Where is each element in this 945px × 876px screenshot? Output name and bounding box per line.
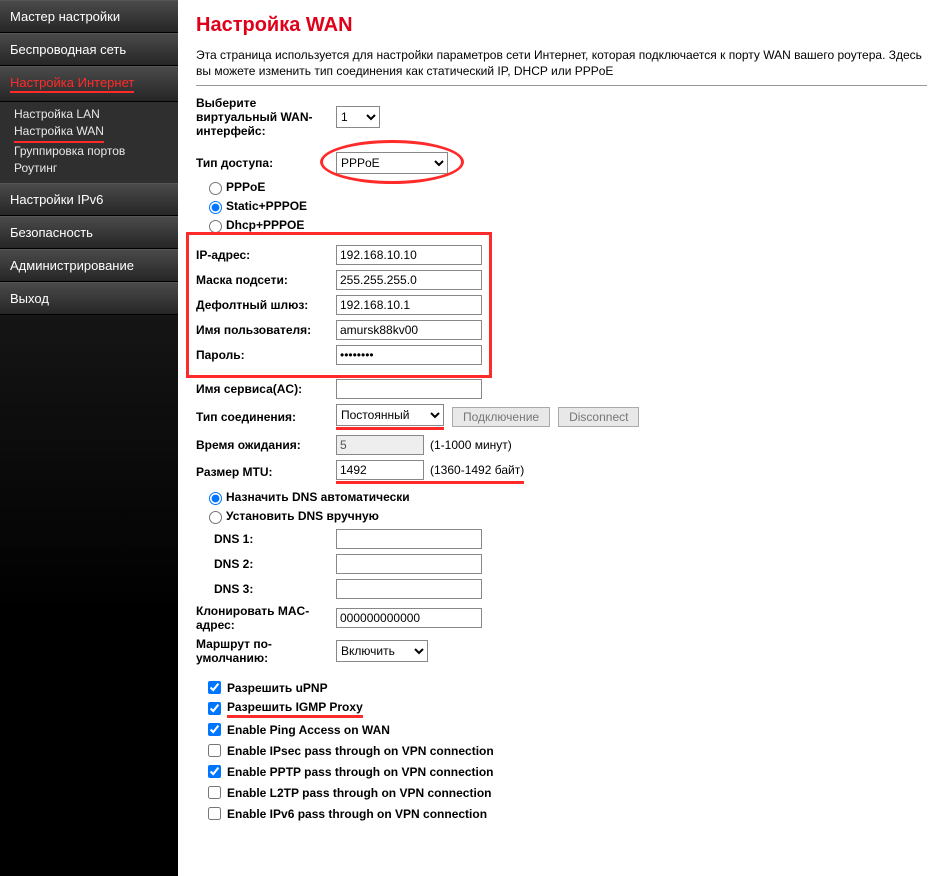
label-mtu: Размер MTU: [196, 465, 336, 479]
sidebar: Мастер настройки Беспроводная сеть Настр… [0, 0, 178, 876]
nav-wizard[interactable]: Мастер настройки [0, 0, 178, 33]
page-title: Настройка WAN [196, 14, 927, 37]
label-pass: Пароль: [196, 348, 336, 362]
nav-internet[interactable]: Настройка Интернет [0, 66, 178, 102]
main-content: Настройка WAN Эта страница используется … [178, 0, 945, 876]
label-dns2: DNS 2: [196, 557, 336, 571]
select-def-route[interactable]: Включить [336, 640, 428, 662]
input-mask[interactable] [336, 270, 482, 290]
nav-routing[interactable]: Роутинг [14, 160, 178, 177]
separator [196, 85, 927, 86]
label-dns1: DNS 1: [196, 532, 336, 546]
label-conn-type: Тип соединения: [196, 410, 336, 424]
chk-upnp[interactable] [208, 681, 221, 694]
input-mtu[interactable] [336, 460, 424, 480]
page-desc: Эта страница используется для настройки … [196, 47, 927, 79]
input-mac[interactable] [336, 608, 482, 628]
nav-wireless[interactable]: Беспроводная сеть [0, 33, 178, 66]
label-ip: IP-адрес: [196, 248, 336, 262]
input-dns3[interactable] [336, 579, 482, 599]
input-dns1[interactable] [336, 529, 482, 549]
chk-l2tp-label: Enable L2TP pass through on VPN connecti… [227, 786, 491, 800]
input-pass[interactable] [336, 345, 482, 365]
chk-igmp-label: Разрешить IGMP Proxy [227, 700, 363, 718]
nav-ipv6[interactable]: Настройки IPv6 [0, 183, 178, 216]
input-ip[interactable] [336, 245, 482, 265]
radio-pppoe-label: PPPoE [226, 180, 265, 194]
radio-dns-manual-label: Установить DNS вручную [226, 509, 379, 523]
input-gw[interactable] [336, 295, 482, 315]
nav-port-group[interactable]: Группировка портов [14, 143, 178, 160]
label-mask: Маска подсети: [196, 273, 336, 287]
radio-dhcp-pppoe-label: Dhcp+PPPOE [226, 218, 304, 232]
chk-upnp-label: Разрешить uPNP [227, 681, 328, 695]
disconnect-button[interactable]: Disconnect [558, 407, 639, 427]
select-conn-type[interactable]: Постоянный [336, 404, 444, 426]
chk-l2tp[interactable] [208, 786, 221, 799]
label-virtual-wan: Выберите виртуальный WAN-интерфейс: [196, 96, 336, 138]
nav-security[interactable]: Безопасность [0, 216, 178, 249]
input-dns2[interactable] [336, 554, 482, 574]
chk-ipsec[interactable] [208, 744, 221, 757]
input-service[interactable] [336, 379, 482, 399]
radio-static-pppoe[interactable] [209, 201, 222, 214]
radio-dhcp-pppoe[interactable] [209, 220, 222, 233]
chk-ping[interactable] [208, 723, 221, 736]
chk-ipsec-label: Enable IPsec pass through on VPN connect… [227, 744, 494, 758]
nav-lan[interactable]: Настройка LAN [14, 106, 178, 123]
nav-internet-label: Настройка Интернет [10, 75, 134, 93]
label-service: Имя сервиса(AC): [196, 382, 336, 396]
label-user: Имя пользователя: [196, 323, 336, 337]
input-idle [336, 435, 424, 455]
chk-igmp[interactable] [208, 702, 221, 715]
label-gw: Дефолтный шлюз: [196, 298, 336, 312]
connect-button[interactable]: Подключение [452, 407, 550, 427]
radio-dns-manual[interactable] [209, 511, 222, 524]
nav-admin[interactable]: Администрирование [0, 249, 178, 282]
hint-mtu: (1360-1492 байт) [430, 463, 524, 477]
label-dns3: DNS 3: [196, 582, 336, 596]
select-access-type[interactable]: PPPoE [336, 152, 448, 174]
label-idle: Время ожидания: [196, 438, 336, 452]
radio-pppoe[interactable] [209, 182, 222, 195]
radio-dns-auto-label: Назначить DNS автоматически [226, 490, 410, 504]
chk-ipv6pass-label: Enable IPv6 pass through on VPN connecti… [227, 807, 487, 821]
nav-wan[interactable]: Настройка WAN [14, 123, 178, 143]
hint-idle: (1-1000 минут) [430, 438, 512, 452]
chk-ping-label: Enable Ping Access on WAN [227, 723, 390, 737]
nav-internet-sub: Настройка LAN Настройка WAN Группировка … [0, 102, 178, 183]
input-user[interactable] [336, 320, 482, 340]
select-virtual-wan[interactable]: 1 [336, 106, 380, 128]
nav-exit[interactable]: Выход [0, 282, 178, 315]
chk-pptp[interactable] [208, 765, 221, 778]
chk-pptp-label: Enable PPTP pass through on VPN connecti… [227, 765, 493, 779]
label-mac: Клонировать MAC-адрес: [196, 604, 336, 632]
label-access-type: Тип доступа: [196, 156, 336, 170]
label-def-route: Маршрут по-умолчанию: [196, 637, 336, 665]
radio-static-pppoe-label: Static+PPPOE [226, 199, 307, 213]
radio-dns-auto[interactable] [209, 492, 222, 505]
chk-ipv6pass[interactable] [208, 807, 221, 820]
